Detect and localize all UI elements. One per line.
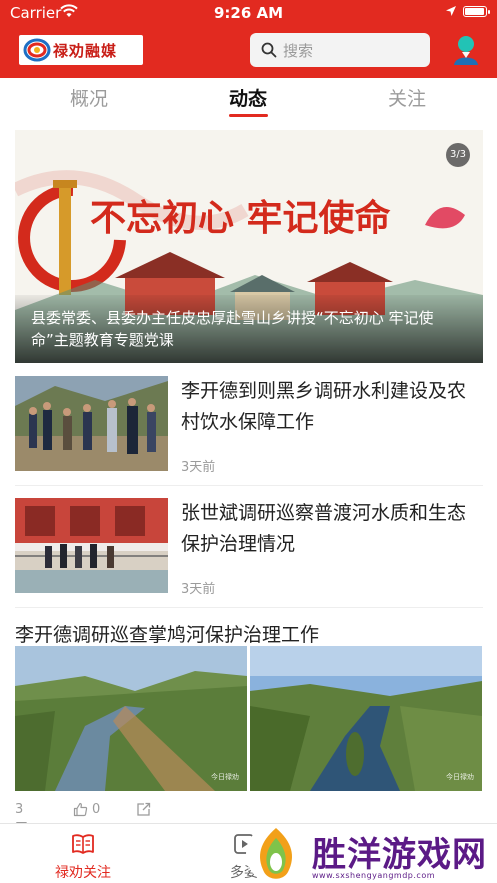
book-icon — [72, 834, 94, 854]
user-avatar-icon[interactable] — [451, 34, 481, 66]
clock: 9:26 AM — [213, 4, 284, 22]
nav-lq-follow[interactable]: 禄劝关注 — [33, 824, 133, 883]
search-icon — [261, 42, 277, 58]
carousel-counter: 3/3 — [446, 143, 470, 167]
battery-level — [465, 8, 484, 15]
gallery-image[interactable]: 今日禄劝 — [250, 646, 482, 791]
banner-slogan: 不忘初心 牢记使命 — [90, 197, 391, 239]
news-item[interactable]: 李开德到则黑乡调研水利建设及农村饮水保障工作 3天前 — [15, 376, 483, 476]
share-icon[interactable] — [136, 802, 151, 817]
news-time: 3天前 — [181, 582, 216, 597]
divider — [15, 607, 483, 608]
tab-news[interactable]: 动态 — [203, 84, 293, 111]
brand-url: www.sxshengyangmdp.com — [312, 871, 436, 880]
banner-caption: 县委常委、县委办主任皮忠厚赴雪山乡讲授“不忘初心 牢记使命”主题教育专题党课 — [15, 295, 483, 363]
news-thumbnail — [15, 376, 168, 471]
search-placeholder: 搜索 — [283, 42, 314, 60]
status-bar: Carrier 9:26 AM — [0, 0, 497, 26]
gallery-watermark: 今日禄劝 — [446, 773, 474, 781]
logo-emblem-icon — [23, 38, 51, 62]
tab-overview[interactable]: 概况 — [44, 84, 134, 111]
logo-text: 禄劝融媒 — [53, 41, 118, 60]
news-thumbnail — [15, 498, 168, 593]
search-input[interactable]: 搜索 — [250, 33, 430, 67]
brand-logo — [246, 824, 306, 883]
thumbs-up-icon[interactable] — [73, 802, 88, 817]
battery-icon — [463, 6, 490, 17]
app-screen: Carrier 9:26 AM 禄劝融媒 搜索 概况 动态 关注 不忘初心 牢记… — [0, 0, 497, 883]
banner-carousel[interactable]: 不忘初心 牢记使命 3/3 县委常委、县委办主任皮忠厚赴雪山乡讲授“不忘初心 牢… — [15, 130, 483, 363]
like-count: 0 — [92, 802, 101, 817]
news-title: 张世斌调研巡察普渡河水质和生态保护治理情况 — [181, 502, 467, 555]
news-title: 李开德到则黑乡调研水利建设及农村饮水保障工作 — [181, 380, 467, 433]
app-logo[interactable]: 禄劝融媒 — [19, 35, 143, 65]
news-time: 3天前 — [181, 460, 216, 475]
brand-watermark: 胜洋游戏网 www.sxshengyangmdp.com — [246, 822, 497, 883]
tab-bar: 概况 动态 关注 — [0, 78, 497, 124]
gallery-image[interactable]: 今日禄劝 — [15, 646, 247, 791]
divider — [15, 485, 483, 486]
brand-name: 胜洋游戏网 — [312, 835, 487, 875]
nav-label: 禄劝关注 — [55, 865, 111, 881]
news-item[interactable]: 张世斌调研巡察普渡河水质和生态保护治理情况 3天前 — [15, 498, 483, 598]
location-arrow-icon — [446, 6, 456, 16]
gallery-watermark: 今日禄劝 — [211, 773, 239, 781]
tab-follow[interactable]: 关注 — [362, 84, 452, 111]
gallery-title[interactable]: 李开德调研巡查掌鸠河保护治理工作 — [15, 620, 319, 647]
active-tab-indicator — [229, 114, 268, 117]
top-header: Carrier 9:26 AM 禄劝融媒 搜索 — [0, 0, 497, 78]
